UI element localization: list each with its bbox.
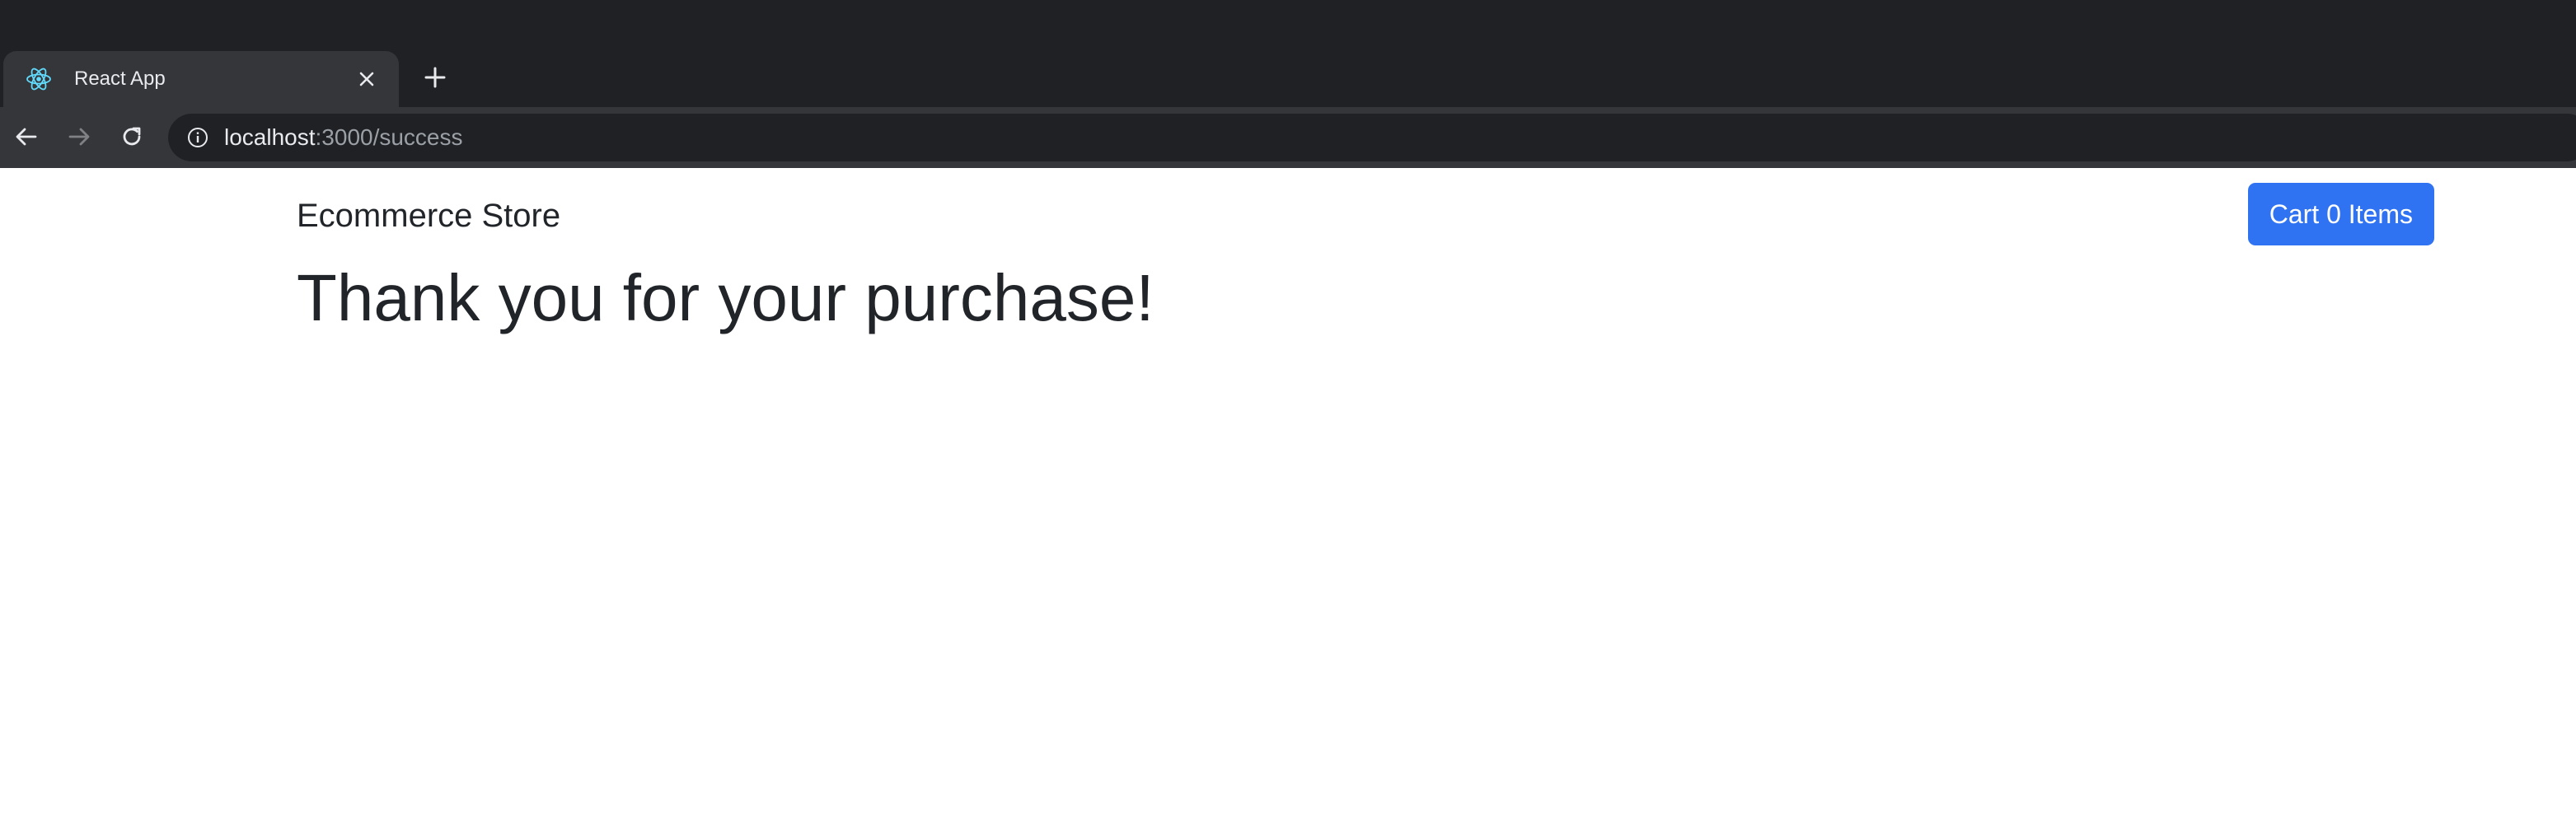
tab-title: React App xyxy=(74,68,166,90)
address-bar[interactable]: localhost:3000/success xyxy=(168,114,2576,161)
brand-link[interactable]: Ecommerce Store xyxy=(297,198,560,235)
url-text[interactable]: localhost:3000/success xyxy=(224,124,463,151)
url-host: localhost xyxy=(224,124,316,150)
plus-icon[interactable] xyxy=(419,61,452,94)
react-logo-icon xyxy=(23,63,54,95)
reload-icon[interactable] xyxy=(114,119,150,155)
cart-button[interactable]: Cart 0 Items xyxy=(2247,183,2434,245)
browser-tab[interactable]: React App xyxy=(3,51,399,107)
page-content: Ecommerce Store Cart 0 Items Thank you f… xyxy=(0,168,2576,817)
browser-toolbar: localhost:3000/success xyxy=(0,107,2576,168)
tab-strip: React App xyxy=(0,0,2576,107)
browser-chrome: React App localhost:3000/success xyxy=(0,0,2576,168)
info-icon[interactable] xyxy=(183,123,213,152)
url-path: :3000/success xyxy=(315,124,463,150)
navbar: Ecommerce Store Cart 0 Items xyxy=(297,183,2434,247)
page-title: Thank you for your purchase! xyxy=(297,261,1155,334)
close-icon[interactable] xyxy=(353,65,381,93)
back-arrow-icon[interactable] xyxy=(8,119,44,155)
forward-arrow-icon[interactable] xyxy=(61,119,97,155)
